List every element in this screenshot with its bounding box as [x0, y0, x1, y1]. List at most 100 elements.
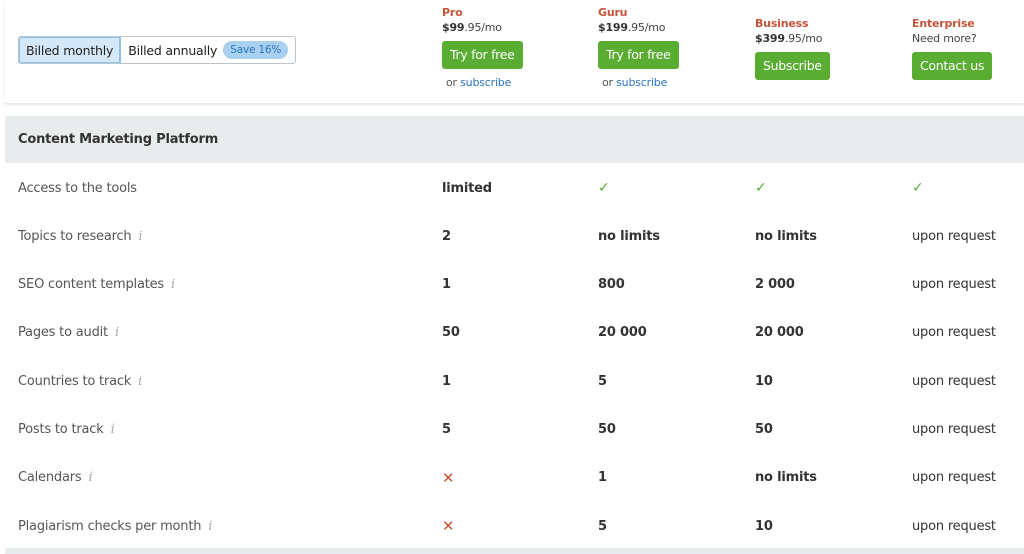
feature-name: Plagiarism checks per month [18, 518, 202, 534]
plan-cell: ✓ [598, 164, 610, 212]
section-header: Content Marketing Platform [5, 116, 1024, 163]
plan-cell: 50 [442, 309, 460, 357]
table-row: Plagiarism checks per month i ✕ 5 10 upon req… [0, 502, 1024, 550]
plan-cell: 5 [598, 357, 607, 405]
plan-cell: no limits [755, 454, 817, 502]
billed-annually-option[interactable]: Billed annually Save 16% [121, 37, 295, 63]
table-row: Countries to track i 1 5 10 upon request [0, 357, 1024, 405]
subscribe-line: or subscribe [442, 76, 523, 89]
feature-label: Posts to track i [18, 406, 115, 454]
plan-value: 20 000 [755, 325, 804, 341]
plan-value: 5 [598, 373, 607, 389]
plan-tagline: Need more? [912, 32, 977, 45]
feature-label: Topics to research i [18, 212, 143, 260]
plan-cell: 1 [598, 454, 607, 502]
subscribe-prefix: or [446, 76, 457, 89]
plan-value: 10 [755, 518, 773, 534]
plan-value: 5 [598, 518, 607, 534]
table-row: Posts to track i 5 50 50 upon request [0, 406, 1024, 454]
plan-cell: 2 000 [755, 261, 795, 309]
subscribe-button[interactable]: Subscribe [755, 52, 830, 80]
billed-annually-label: Billed annually [128, 42, 218, 58]
plan-name: Pro [442, 6, 463, 19]
plan-value: 1 [442, 373, 451, 389]
feature-name: Countries to track [18, 373, 132, 389]
price-rest: .95/mo [464, 21, 502, 34]
contact-us-button[interactable]: Contact us [912, 52, 993, 80]
plan-value: 10 [755, 373, 773, 389]
table-row: Calendars i ✕ 1 no limits upon request [0, 454, 1024, 502]
plan-cell: ✓ [755, 164, 767, 212]
plan-value: no limits [598, 228, 660, 244]
plan-cell: upon request [912, 406, 996, 454]
feature-label: SEO content templates i [18, 261, 175, 309]
plan-value: 5 [442, 422, 451, 437]
try-for-free-button[interactable]: Try for free [598, 41, 679, 69]
try-for-free-button[interactable]: Try for free [442, 41, 523, 69]
feature-name: Posts to track [18, 422, 104, 437]
plan-name: Business [755, 17, 809, 30]
billed-monthly-option[interactable]: Billed monthly [19, 37, 122, 63]
plan-cell: no limits [598, 212, 660, 260]
plan-cell: limited [442, 164, 492, 212]
next-section-bar [5, 548, 1024, 554]
plan-cell: 1 [442, 357, 451, 405]
plan-value: limited [442, 180, 492, 196]
plan-cell: 2 [442, 212, 451, 260]
check-icon: ✓ [755, 180, 767, 196]
billing-toggle: Billed monthly Billed annually Save 16% [18, 36, 297, 64]
plan-value: 20 000 [598, 325, 647, 341]
plan-price: $99.95/mo [442, 21, 523, 34]
plan-cell: ✕ [442, 502, 455, 550]
feature-label: Calendars i [18, 454, 93, 502]
subscribe-link[interactable]: subscribe [616, 76, 667, 89]
feature-name: Pages to audit [18, 325, 108, 341]
plan-value: no limits [755, 470, 817, 486]
check-icon: ✓ [598, 180, 610, 196]
feature-label: Access to the tools [18, 164, 137, 212]
plan-cell: 10 [755, 357, 773, 405]
info-icon[interactable]: i [111, 422, 115, 437]
plan-name: Enterprise [912, 17, 975, 30]
plan-cell: ✕ [442, 454, 455, 502]
plan-value: 1 [442, 277, 451, 293]
subscribe-link[interactable]: subscribe [460, 76, 511, 89]
feature-label: Plagiarism checks per month i [18, 502, 212, 550]
feature-name: Calendars [18, 470, 82, 486]
plan-value: upon request [912, 422, 996, 437]
info-icon[interactable]: i [115, 325, 119, 340]
info-icon[interactable]: i [171, 277, 175, 292]
info-icon[interactable]: i [138, 374, 142, 389]
info-icon[interactable]: i [208, 519, 212, 534]
plan-value: 800 [598, 277, 625, 293]
billed-monthly-label: Billed monthly [26, 42, 114, 58]
info-icon[interactable]: i [88, 470, 92, 485]
plan-cell: upon request [912, 309, 996, 357]
plan-cell: ✓ [912, 164, 924, 212]
plan-value: upon request [912, 325, 996, 341]
plan-value: 50 [442, 325, 460, 341]
plan-value: upon request [912, 470, 996, 486]
section-title: Content Marketing Platform [18, 132, 219, 147]
price-main: $399 [755, 32, 785, 45]
price-main: $199 [598, 21, 628, 34]
feature-name: SEO content templates [18, 277, 164, 293]
plan-cell: 20 000 [755, 309, 804, 357]
plan-value: 50 [598, 422, 616, 437]
plan-business: Business $399.95/mo Subscribe [755, 17, 830, 80]
feature-name: Topics to research [18, 228, 132, 244]
price-rest: .95/mo [784, 32, 823, 45]
table-row: SEO content templates i 1 800 2 000 upon requ… [0, 261, 1024, 309]
info-icon[interactable]: i [138, 229, 142, 244]
plan-cell: 50 [598, 406, 616, 454]
subscribe-prefix: or [602, 76, 613, 89]
plan-cell: 20 000 [598, 309, 647, 357]
save-badge: Save 16% [223, 41, 289, 59]
cross-icon: ✕ [442, 468, 455, 487]
table-row: Access to the tools limited ✓ ✓ ✓ [0, 164, 1024, 212]
price-main: $99 [442, 21, 465, 34]
plan-cell: 10 [755, 502, 773, 550]
plan-value: 2 000 [755, 277, 795, 293]
cross-icon: ✕ [442, 517, 455, 536]
plan-name: Guru [598, 6, 628, 19]
